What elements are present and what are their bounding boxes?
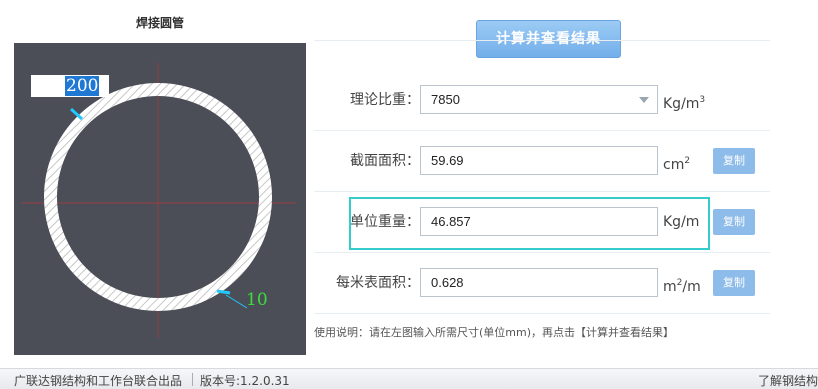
diameter-value: 200 — [65, 76, 100, 96]
app-root: 焊接圆管 200 10 计算并查看结果 理论比重： 7850 Kg/m3 截面面… — [0, 0, 818, 389]
area-unit: cm2 — [663, 156, 691, 173]
publisher-text: 广联达钢结构和工作台联合出品 — [14, 374, 183, 388]
divider — [314, 191, 770, 192]
thickness-input[interactable]: 10 — [246, 290, 268, 310]
diameter-input[interactable]: 200 — [31, 75, 109, 97]
surface-row: 每米表面积： 0.628 m2/m 复制 — [314, 268, 770, 298]
surface-field[interactable]: 0.628 — [420, 268, 658, 297]
chevron-down-icon[interactable] — [639, 97, 649, 103]
thickness-leader — [225, 294, 248, 309]
footer-divider — [192, 373, 193, 386]
panel-title: 焊接圆管 — [135, 16, 184, 30]
status-bar: 广联达钢结构和工作台联合出品 版本号:1.2.0.31 了解钢结构 — [0, 368, 818, 389]
learn-more-link[interactable]: 了解钢结构 — [758, 372, 818, 389]
divider — [314, 252, 770, 253]
copy-weight-button[interactable]: 复制 — [713, 209, 755, 235]
drawing-canvas: 200 10 — [14, 43, 306, 355]
area-row: 截面面积： 59.69 cm2 复制 — [314, 146, 770, 176]
area-field[interactable]: 59.69 — [420, 146, 658, 175]
area-label: 截面面积： — [350, 153, 420, 169]
weight-highlight — [349, 197, 710, 250]
thickness-marker — [216, 289, 231, 295]
copy-surface-button[interactable]: 复制 — [713, 270, 755, 296]
version-text: 版本号:1.2.0.31 — [200, 374, 290, 388]
divider — [314, 313, 770, 314]
calculate-button[interactable]: 计算并查看结果 — [476, 20, 621, 58]
surface-label: 每米表面积： — [336, 275, 420, 291]
density-row: 理论比重： 7850 Kg/m3 — [314, 85, 770, 115]
copy-area-button[interactable]: 复制 — [713, 148, 755, 174]
density-select[interactable]: 7850 — [420, 85, 658, 114]
surface-unit: m2/m — [663, 278, 701, 295]
density-value: 7850 — [431, 92, 460, 107]
divider — [314, 130, 770, 131]
density-label: 理论比重： — [350, 92, 420, 108]
divider — [314, 40, 770, 41]
usage-note: 使用说明：请在左图输入所需尺寸(单位mm)，再点击【计算并查看结果】 — [314, 326, 675, 339]
density-unit: Kg/m3 — [663, 95, 706, 112]
